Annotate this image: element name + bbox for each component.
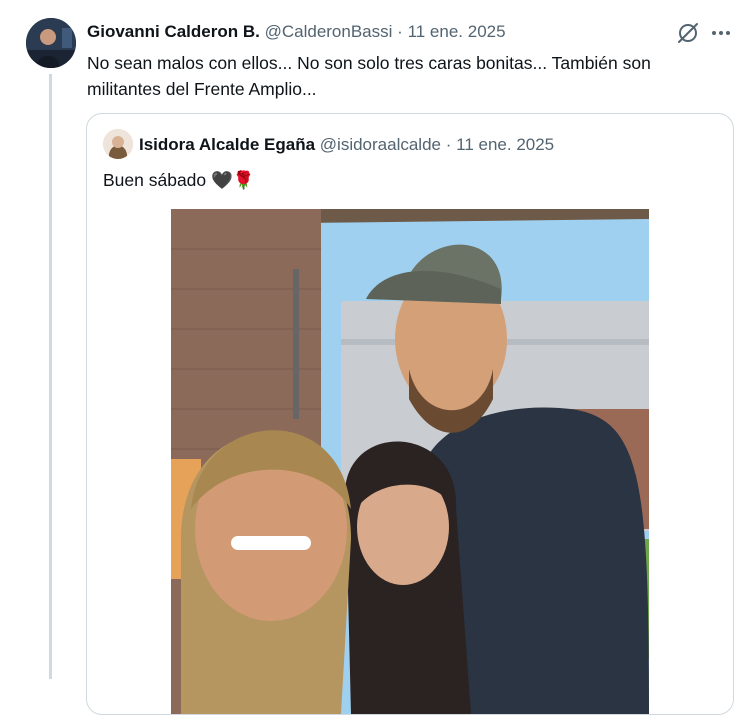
grok-icon[interactable]	[676, 21, 700, 45]
quoted-author-avatar[interactable]	[103, 129, 133, 159]
thread-line	[49, 74, 52, 679]
author-avatar[interactable]	[26, 18, 76, 68]
author-handle[interactable]: @CalderonBassi	[265, 22, 393, 41]
more-icon[interactable]	[708, 23, 734, 43]
separator-dot: ·	[445, 135, 452, 154]
quoted-author-name[interactable]: Isidora Alcalde Egaña	[139, 135, 315, 154]
quoted-header: Isidora Alcalde Egaña @isidoraalcalde · …	[139, 135, 554, 155]
quoted-photo[interactable]	[171, 209, 649, 714]
separator-dot: ·	[397, 22, 403, 41]
quoted-text: Buen sábado 🖤🌹	[103, 170, 255, 190]
tweet-date[interactable]: 11 ene. 2025	[408, 22, 506, 41]
tweet-header: Giovanni Calderon B. @CalderonBassi · 11…	[87, 22, 506, 42]
quoted-date[interactable]: 11 ene. 2025	[456, 135, 554, 154]
quoted-handle[interactable]: @isidoraalcalde	[320, 135, 441, 154]
tweet-text: No sean malos con ellos... No son solo t…	[87, 53, 651, 99]
quoted-tweet[interactable]: Isidora Alcalde Egaña @isidoraalcalde · …	[86, 113, 734, 715]
author-name[interactable]: Giovanni Calderon B.	[87, 22, 260, 41]
